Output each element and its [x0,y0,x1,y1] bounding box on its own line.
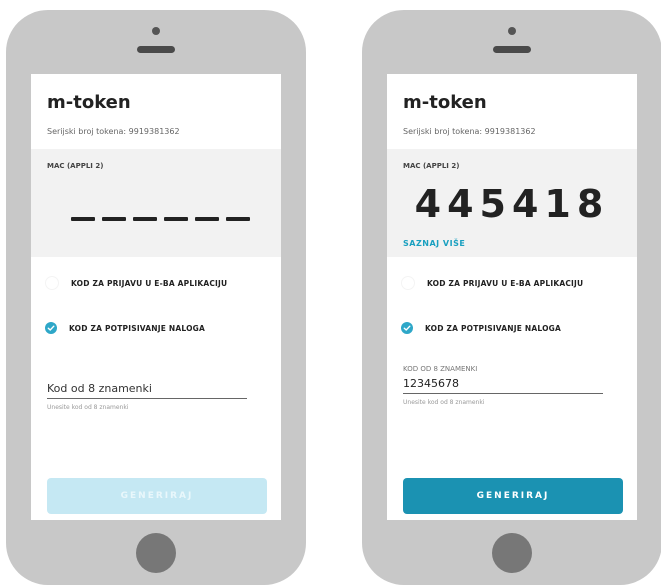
mac-label: MAC (APPLI 2) [47,162,104,170]
camera-dot [152,27,160,35]
screen-right: m-token Serijski broj tokena: 9919381362… [387,74,637,520]
code-dash [133,217,157,221]
mac-label: MAC (APPLI 2) [403,162,460,170]
code-input[interactable] [47,382,247,399]
input-hint: Unesite kod od 8 znamenki [403,399,485,406]
code-dash [226,217,250,221]
mac-code: 445418 [414,182,610,226]
code-input-group: Unesite kod od 8 znamenki [47,370,247,411]
camera-dot [508,27,516,35]
radio-checked-icon[interactable] [401,322,413,334]
option-label: KOD ZA PRIJAVU U E-BA APLIKACIJU [427,278,584,288]
app-title: m-token [403,92,487,113]
code-input[interactable] [403,377,603,394]
mac-panel: MAC (APPLI 2) 445418 SAZNAJ VIŠE [387,149,637,257]
option-signing-code[interactable]: KOD ZA POTPISIVANJE NALOGA [401,320,561,336]
radio-unchecked-icon[interactable] [45,276,59,290]
radio-unchecked-icon[interactable] [401,276,415,290]
mac-code-placeholder [71,217,250,221]
phone-left: m-token Serijski broj tokena: 9919381362… [6,10,306,585]
code-dash [102,217,126,221]
speaker-slot [493,46,531,53]
option-login-code[interactable]: KOD ZA PRIJAVU U E-BA APLIKACIJU [45,275,227,291]
option-signing-code[interactable]: KOD ZA POTPISIVANJE NALOGA [45,320,205,336]
generate-button[interactable]: GENERIRAJ [47,478,267,514]
serial-number: Serijski broj tokena: 9919381362 [47,127,180,136]
code-dash [164,217,188,221]
option-label: KOD ZA POTPISIVANJE NALOGA [425,323,562,333]
home-button[interactable] [136,533,176,573]
option-label: KOD ZA POTPISIVANJE NALOGA [69,323,206,333]
input-hint: Unesite kod od 8 znamenki [47,404,129,411]
code-dash [71,217,95,221]
code-input-group: KOD OD 8 ZNAMENKI Unesite kod od 8 zname… [403,365,603,406]
app-title: m-token [47,92,131,113]
home-button[interactable] [492,533,532,573]
option-login-code[interactable]: KOD ZA PRIJAVU U E-BA APLIKACIJU [401,275,583,291]
code-dash [195,217,219,221]
generate-button[interactable]: GENERIRAJ [403,478,623,514]
speaker-slot [137,46,175,53]
input-caption: KOD OD 8 ZNAMENKI [403,365,478,373]
radio-checked-icon[interactable] [45,322,57,334]
mac-panel: MAC (APPLI 2) [31,149,281,257]
learn-more-link[interactable]: SAZNAJ VIŠE [403,239,465,248]
phone-right: m-token Serijski broj tokena: 9919381362… [362,10,661,585]
input-caption [47,370,247,379]
option-label: KOD ZA PRIJAVU U E-BA APLIKACIJU [71,278,228,288]
serial-number: Serijski broj tokena: 9919381362 [403,127,536,136]
screen-left: m-token Serijski broj tokena: 9919381362… [31,74,281,520]
